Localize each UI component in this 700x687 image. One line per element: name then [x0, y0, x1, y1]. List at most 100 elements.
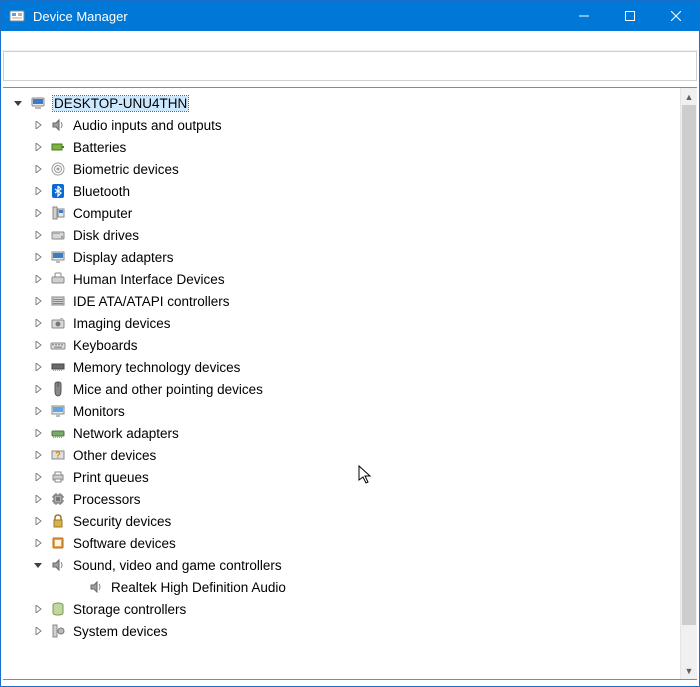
chevron-right-icon[interactable]: [31, 272, 45, 286]
tree-category[interactable]: Storage controllers: [3, 598, 680, 620]
scroll-thumb[interactable]: [682, 105, 696, 625]
chevron-right-icon[interactable]: [31, 382, 45, 396]
tree-category-label: Computer: [73, 206, 132, 221]
security-icon: [49, 512, 67, 530]
tree-category-label: Imaging devices: [73, 316, 171, 331]
chevron-right-icon[interactable]: [31, 514, 45, 528]
speaker-icon: [49, 116, 67, 134]
tree-category[interactable]: Human Interface Devices: [3, 268, 680, 290]
chevron-right-icon[interactable]: [31, 624, 45, 638]
tree-category[interactable]: Batteries: [3, 136, 680, 158]
chevron-right-icon[interactable]: [31, 228, 45, 242]
chevron-down-icon[interactable]: [31, 558, 45, 572]
tree-category-label: Storage controllers: [73, 602, 186, 617]
device-tree[interactable]: DESKTOP-UNU4THN Audio inputs and outputs…: [3, 88, 680, 679]
speaker-icon: [87, 578, 105, 596]
keyboard-icon: [49, 336, 67, 354]
chevron-right-icon[interactable]: [31, 492, 45, 506]
app-icon: [9, 8, 25, 24]
chevron-right-icon[interactable]: [31, 250, 45, 264]
tree-category[interactable]: Bluetooth: [3, 180, 680, 202]
titlebar[interactable]: Device Manager: [1, 1, 699, 31]
toolbar[interactable]: [3, 51, 697, 81]
tree-category[interactable]: Monitors: [3, 400, 680, 422]
chevron-right-icon[interactable]: [31, 426, 45, 440]
tree-category-label: Display adapters: [73, 250, 174, 265]
tree-category-label: Human Interface Devices: [73, 272, 225, 287]
tree-category[interactable]: Mice and other pointing devices: [3, 378, 680, 400]
tree-category[interactable]: Keyboards: [3, 334, 680, 356]
chevron-right-icon[interactable]: [31, 360, 45, 374]
tree-category-label: Batteries: [73, 140, 126, 155]
scroll-up-button[interactable]: ▲: [681, 88, 697, 105]
tree-category[interactable]: Display adapters: [3, 246, 680, 268]
other-icon: ?: [49, 446, 67, 464]
chevron-right-icon[interactable]: [31, 470, 45, 484]
cpu-icon: [49, 490, 67, 508]
tree-category-label: Network adapters: [73, 426, 179, 441]
tree-category[interactable]: Print queues: [3, 466, 680, 488]
device-manager-window: Device Manager DESKTOP-UNU4THN Audio inp…: [0, 0, 700, 687]
chevron-right-icon[interactable]: [31, 448, 45, 462]
chevron-right-icon[interactable]: [31, 118, 45, 132]
storage-icon: [49, 600, 67, 618]
chevron-right-icon[interactable]: [31, 536, 45, 550]
tree-category-label: Sound, video and game controllers: [73, 558, 282, 573]
system-icon: [49, 622, 67, 640]
tree-category[interactable]: Computer: [3, 202, 680, 224]
software-icon: [49, 534, 67, 552]
tree-category[interactable]: Sound, video and game controllers: [3, 554, 680, 576]
tree-root[interactable]: DESKTOP-UNU4THN: [3, 92, 680, 114]
tree-category-label: Disk drives: [73, 228, 139, 243]
monitor-icon: [49, 402, 67, 420]
tree-category-label: Other devices: [73, 448, 156, 463]
tree-category-label: Software devices: [73, 536, 176, 551]
tree-device-label: Realtek High Definition Audio: [111, 580, 286, 595]
tree-category[interactable]: Network adapters: [3, 422, 680, 444]
vertical-scrollbar[interactable]: ▲ ▼: [680, 88, 697, 679]
tree-category[interactable]: Software devices: [3, 532, 680, 554]
printer-icon: [49, 468, 67, 486]
pc-icon: [49, 204, 67, 222]
minimize-button[interactable]: [561, 1, 607, 31]
tree-category-label: Monitors: [73, 404, 125, 419]
client-area: DESKTOP-UNU4THN Audio inputs and outputs…: [3, 87, 697, 680]
tree-category[interactable]: Biometric devices: [3, 158, 680, 180]
chevron-right-icon[interactable]: [31, 316, 45, 330]
tree-category-label: Mice and other pointing devices: [73, 382, 263, 397]
tree-category[interactable]: System devices: [3, 620, 680, 642]
maximize-button[interactable]: [607, 1, 653, 31]
svg-text:?: ?: [55, 450, 61, 460]
tree-category[interactable]: Audio inputs and outputs: [3, 114, 680, 136]
tree-category-label: Security devices: [73, 514, 171, 529]
battery-icon: [49, 138, 67, 156]
chevron-down-icon[interactable]: [11, 96, 25, 110]
tree-category[interactable]: Memory technology devices: [3, 356, 680, 378]
disk-icon: [49, 226, 67, 244]
chevron-right-icon[interactable]: [31, 602, 45, 616]
tree-category[interactable]: IDE ATA/ATAPI controllers: [3, 290, 680, 312]
tree-device[interactable]: Realtek High Definition Audio: [3, 576, 680, 598]
display-icon: [49, 248, 67, 266]
scroll-down-button[interactable]: ▼: [681, 662, 697, 679]
chevron-right-icon[interactable]: [31, 294, 45, 308]
menubar[interactable]: [1, 31, 699, 51]
network-icon: [49, 424, 67, 442]
chevron-right-icon[interactable]: [31, 140, 45, 154]
ide-icon: [49, 292, 67, 310]
hid-icon: [49, 270, 67, 288]
chevron-right-icon[interactable]: [31, 184, 45, 198]
tree-category[interactable]: Security devices: [3, 510, 680, 532]
chevron-right-icon[interactable]: [31, 404, 45, 418]
chevron-right-icon[interactable]: [31, 206, 45, 220]
chevron-right-icon[interactable]: [31, 338, 45, 352]
tree-category[interactable]: Imaging devices: [3, 312, 680, 334]
camera-icon: [49, 314, 67, 332]
tree-category[interactable]: Disk drives: [3, 224, 680, 246]
computer-icon: [29, 94, 47, 112]
close-button[interactable]: [653, 1, 699, 31]
tree-root-label: DESKTOP-UNU4THN: [53, 96, 188, 111]
chevron-right-icon[interactable]: [31, 162, 45, 176]
tree-category[interactable]: ? Other devices: [3, 444, 680, 466]
tree-category[interactable]: Processors: [3, 488, 680, 510]
